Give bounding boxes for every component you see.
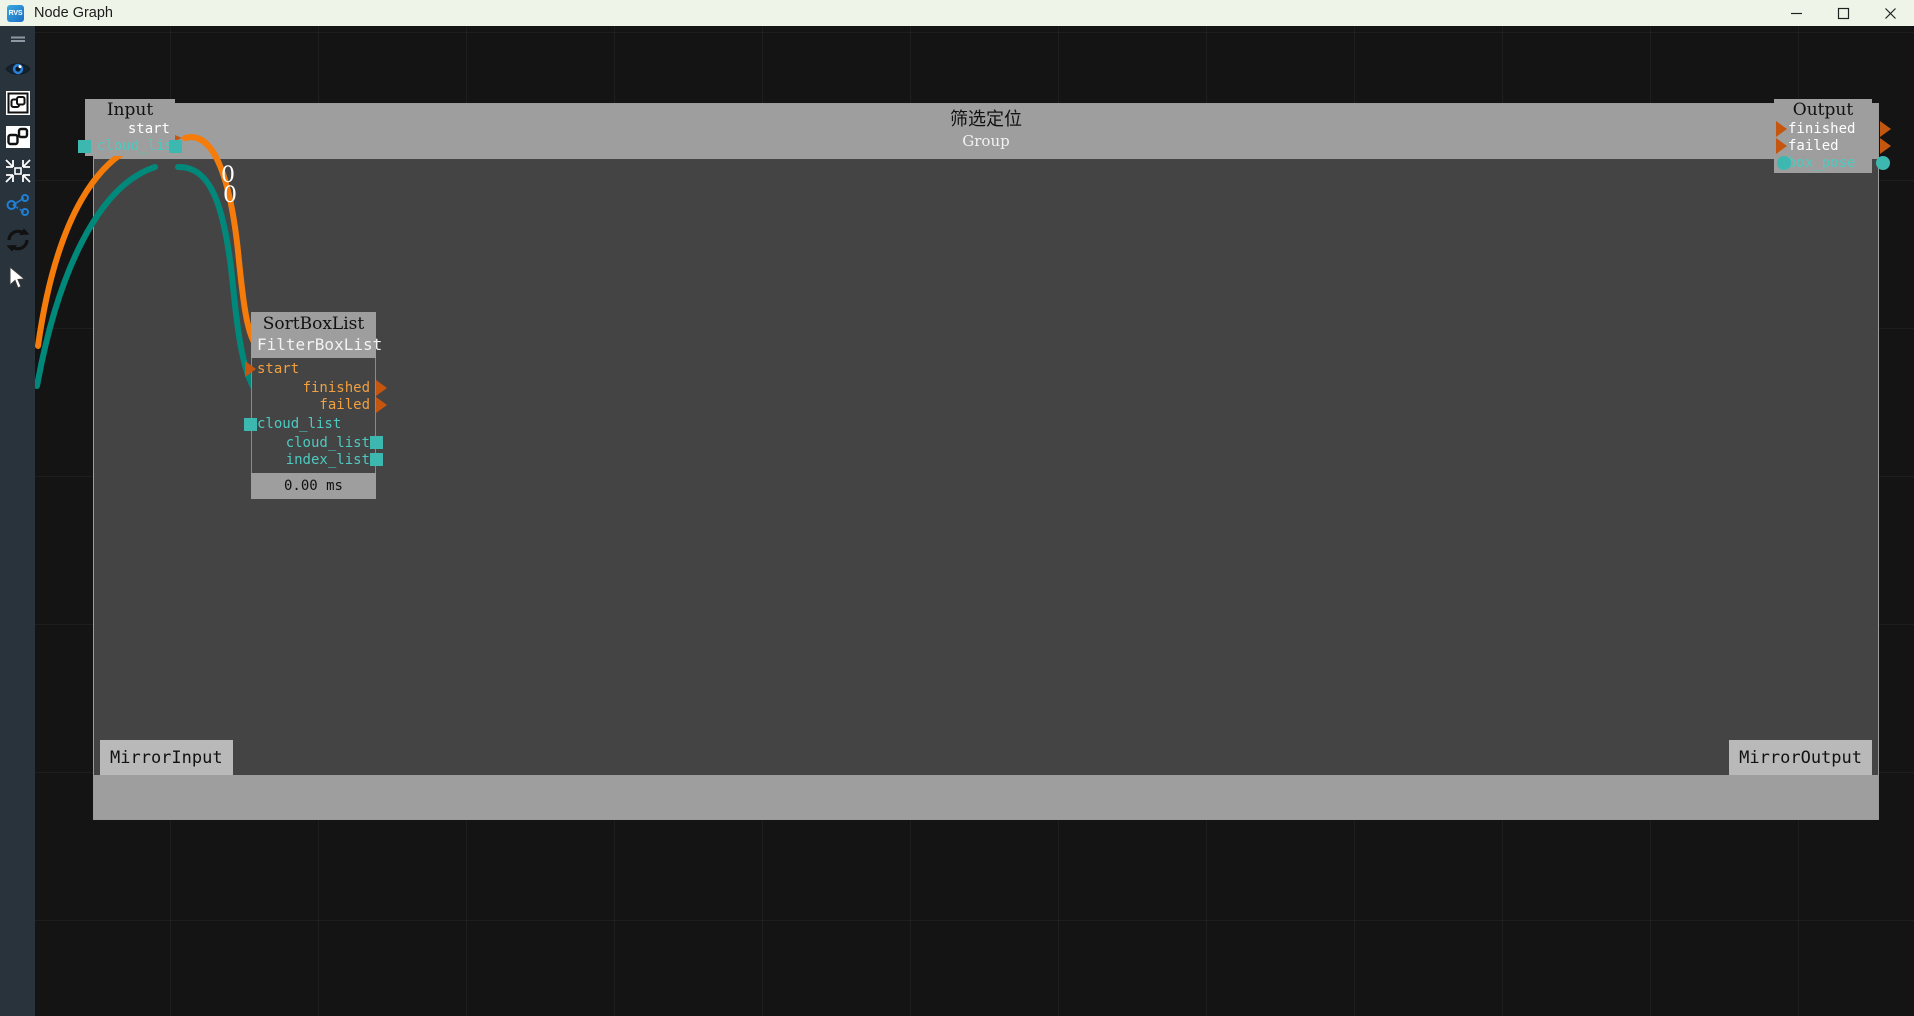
edge-count-badge-2: 0 [223, 183, 237, 208]
close-icon[interactable] [1867, 0, 1914, 26]
output-port-finished-marker-right[interactable] [1880, 121, 1891, 137]
group-footer [94, 775, 1878, 819]
sortboxlist-port-cloud-list-out-marker[interactable] [370, 436, 383, 449]
cursor-icon[interactable] [0, 258, 35, 298]
window-title: Node Graph [34, 5, 113, 21]
sortboxlist-port-cloud-list-in[interactable]: cloud_list [257, 416, 341, 432]
fit-to-view-icon[interactable] [0, 154, 35, 188]
minimize-icon[interactable] [1773, 0, 1820, 26]
window-titlebar: RVS Node Graph [0, 0, 1914, 26]
sortboxlist-port-cloud-list-in-marker[interactable] [244, 418, 257, 431]
maximize-icon[interactable] [1820, 0, 1867, 26]
output-port-box-pose-marker-left[interactable] [1777, 156, 1791, 170]
sortboxlist-port-start[interactable]: start [257, 361, 299, 377]
input-node-title: Input [85, 99, 175, 121]
output-node-title: Output [1774, 99, 1872, 121]
node-sortboxlist[interactable]: SortBoxList FilterBoxList start finished… [244, 312, 387, 499]
output-port-box-pose-marker-right[interactable] [1876, 156, 1890, 170]
output-port-box-pose[interactable]: box_pose [1788, 155, 1855, 171]
output-node-ports: finished failed box_pose [1774, 121, 1891, 173]
sortboxlist-port-cloud-list-out[interactable]: cloud_list [286, 435, 370, 451]
window-controls [1773, 0, 1914, 26]
ungroup-nodes-icon[interactable] [0, 120, 35, 154]
output-port-finished-marker-left[interactable] [1776, 121, 1787, 137]
sortboxlist-port-finished[interactable]: finished [303, 380, 370, 396]
sortboxlist-title: SortBoxList [262, 314, 365, 334]
sortboxlist-port-start-marker[interactable] [245, 361, 256, 377]
group-header: 筛选定位 Group [94, 104, 1878, 159]
sortboxlist-port-failed[interactable]: failed [319, 397, 370, 413]
app-logo-icon: RVS [7, 4, 24, 22]
mirror-output-tab[interactable]: MirrorOutput [1729, 740, 1872, 775]
output-port-failed-marker-left[interactable] [1776, 138, 1787, 154]
input-node-ports: start cloud_list [78, 121, 182, 156]
node-input[interactable]: Input start cloud_list [78, 99, 182, 156]
share-graph-icon[interactable] [0, 188, 35, 222]
output-port-failed[interactable]: failed [1788, 138, 1839, 154]
left-toolbar [0, 26, 35, 1016]
eye-icon[interactable] [0, 52, 35, 86]
group-nodes-icon[interactable] [0, 86, 35, 120]
input-port-cloud-list-marker-right[interactable] [169, 140, 182, 153]
node-output[interactable]: Output finished failed box_pose [1774, 99, 1891, 173]
group-title: 筛选定位 [950, 109, 1022, 130]
refresh-icon[interactable] [0, 222, 35, 258]
node-graph-canvas[interactable]: 筛选定位 Group MirrorInput MirrorOutput Inpu… [35, 26, 1914, 1016]
group-subtitle: Group [962, 132, 1010, 150]
sortboxlist-port-index-list-marker[interactable] [370, 453, 383, 466]
output-port-finished[interactable]: finished [1788, 121, 1855, 137]
sortboxlist-port-finished-marker[interactable] [376, 380, 387, 396]
sortboxlist-type: FilterBoxList [257, 335, 383, 354]
input-port-cloud-list-marker-left[interactable] [78, 140, 91, 153]
sortboxlist-port-failed-marker[interactable] [376, 397, 387, 413]
sortboxlist-runtime: 0.00 ms [251, 473, 376, 499]
sortboxlist-port-index-list[interactable]: index_list [286, 452, 370, 468]
input-port-start[interactable]: start [128, 121, 170, 137]
sortboxlist-ports: start finished failed cloud_list cloud_l… [244, 358, 387, 473]
menu-handle-icon[interactable] [0, 26, 35, 52]
mirror-input-tab[interactable]: MirrorInput [100, 740, 233, 775]
output-port-failed-marker-right[interactable] [1880, 138, 1891, 154]
sortboxlist-header: SortBoxList FilterBoxList [251, 312, 383, 358]
